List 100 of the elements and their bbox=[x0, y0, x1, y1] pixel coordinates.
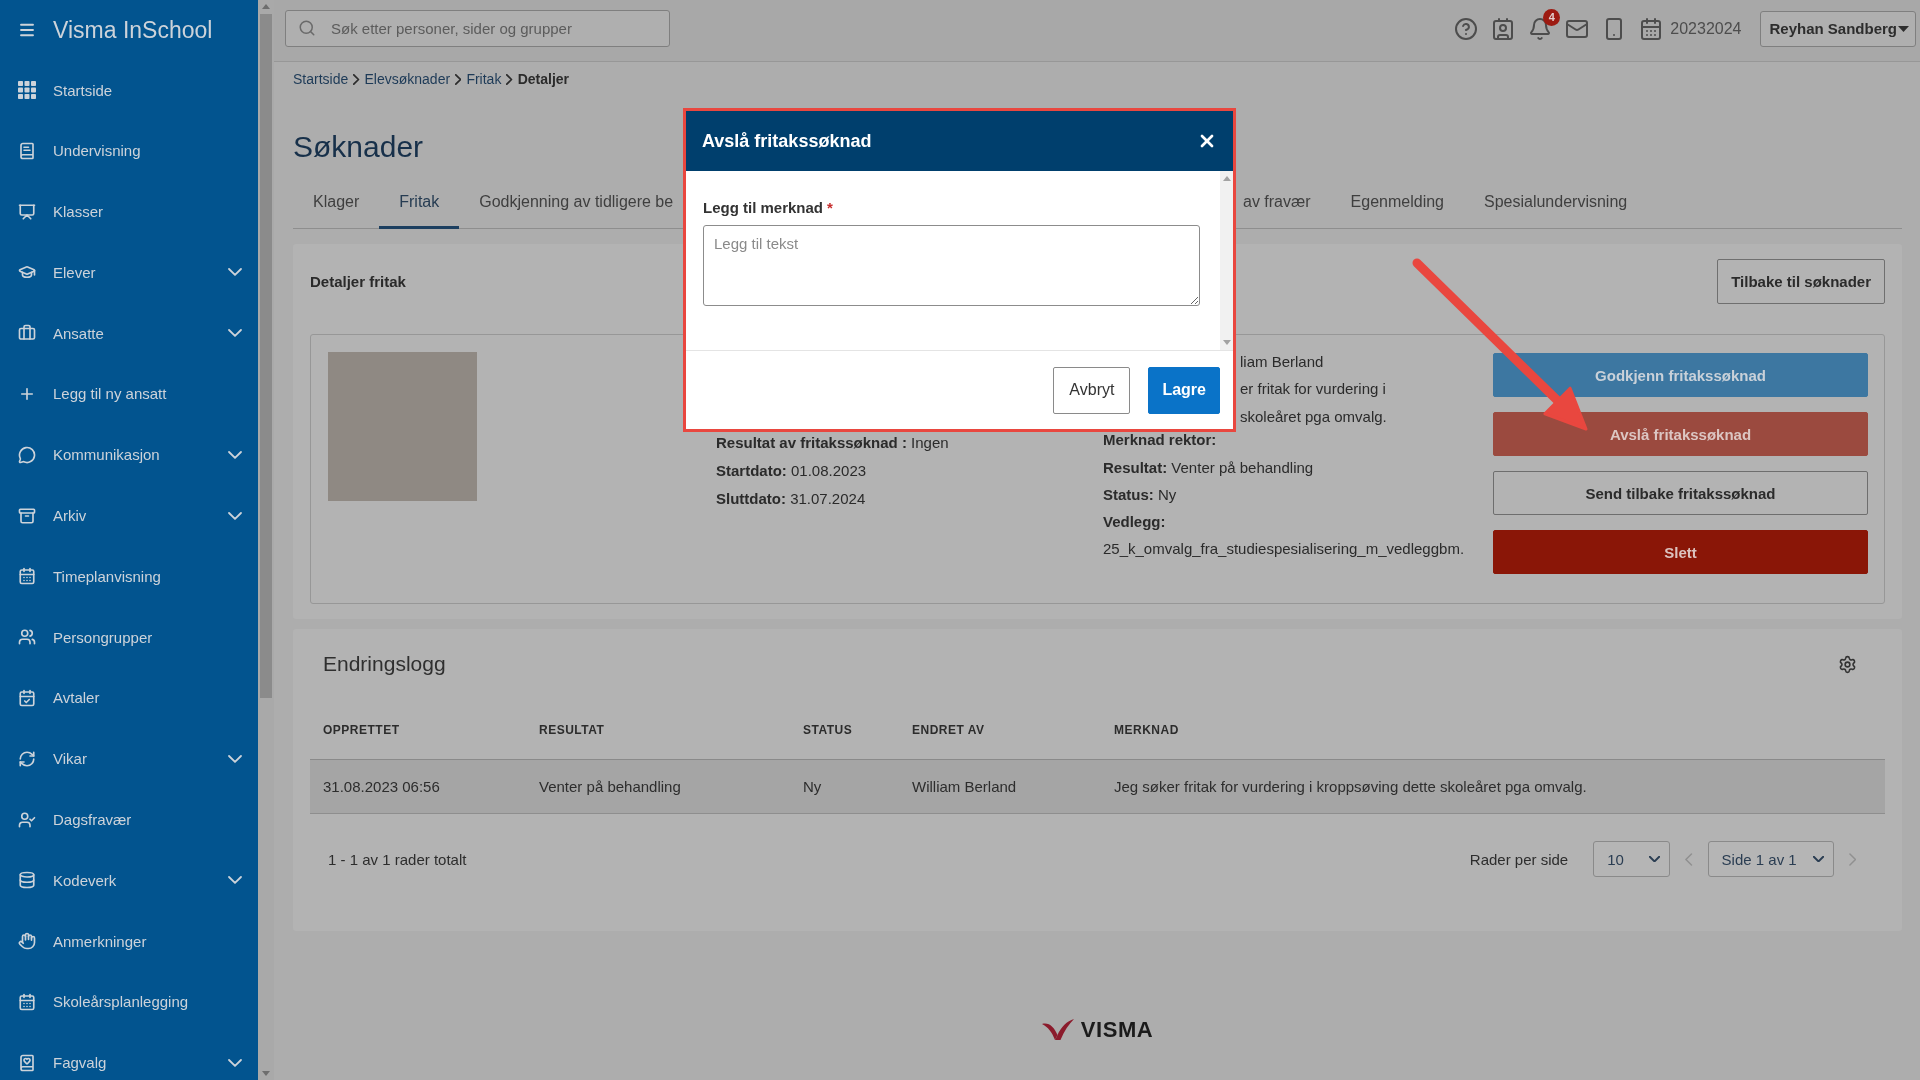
sidebar-item[interactable]: Timeplanvisning bbox=[0, 560, 258, 593]
tab[interactable]: Spesialundervisning bbox=[1464, 181, 1648, 229]
table-cell-text: Jeg søker fritak for vurdering i kroppsøving dette skoleåret pga omvalg. bbox=[1113, 778, 1588, 795]
sidebar-item[interactable]: Persongrupper bbox=[0, 621, 258, 654]
tab[interactable]: Egenmelding bbox=[1330, 181, 1464, 229]
breadcrumb-current: Detaljer bbox=[517, 71, 569, 87]
book-heart-icon bbox=[18, 1053, 36, 1072]
page-select[interactable]: Side 1 av 1 bbox=[1707, 841, 1834, 877]
school-year: 20232024 bbox=[1670, 19, 1742, 38]
sidebar-item[interactable]: Arkiv bbox=[0, 499, 258, 532]
sidebar-item[interactable]: Avtaler bbox=[0, 681, 258, 714]
scroll-up-icon[interactable] bbox=[262, 4, 270, 9]
sidebar-item[interactable]: Startside bbox=[0, 74, 258, 106]
sidebar-item[interactable]: Vikar bbox=[0, 742, 258, 775]
column-header: MERKNAD bbox=[1113, 722, 1180, 739]
detail-text: liam Berland bbox=[1240, 353, 1324, 370]
grid-icon bbox=[18, 81, 36, 99]
detail-field: Resultat: Venter på behandling bbox=[1103, 458, 1314, 476]
sidebar-item[interactable]: Klasser bbox=[0, 195, 258, 228]
help-icon[interactable] bbox=[1454, 16, 1479, 41]
detail-field: Merknad rektor: bbox=[1103, 431, 1217, 449]
speech-bubble-icon bbox=[18, 445, 36, 464]
calendar-check-icon bbox=[18, 688, 36, 707]
contact-book-icon[interactable] bbox=[1491, 16, 1516, 41]
sidebar-item[interactable]: Fagvalg bbox=[0, 1046, 258, 1079]
column-header: STATUS bbox=[802, 722, 854, 739]
row-count-text: 1 - 1 av 1 rader totalt bbox=[328, 850, 467, 868]
calendar-icon[interactable] bbox=[1639, 16, 1664, 41]
action-button[interactable]: Slett bbox=[1493, 530, 1868, 574]
scroll-up-icon[interactable] bbox=[1222, 176, 1231, 181]
hand-icon bbox=[18, 932, 36, 951]
table-cell-text: Venter på behandling bbox=[538, 778, 682, 795]
sidebar-item[interactable]: Legg til ny ansatt bbox=[0, 378, 258, 410]
chevron-right-icon bbox=[506, 73, 513, 85]
menu-icon[interactable] bbox=[18, 21, 36, 39]
detail-field: Status: Ny bbox=[1103, 485, 1177, 503]
sidebar-item[interactable]: Ansatte bbox=[0, 317, 258, 350]
search-field[interactable]: Søk etter personer, sider og grupper bbox=[285, 10, 670, 47]
chevron-down-icon bbox=[1649, 855, 1661, 863]
caret-down-icon bbox=[1898, 25, 1909, 32]
chevron-right-icon bbox=[353, 73, 360, 85]
detail-field: Vedlegg: bbox=[1103, 513, 1166, 531]
table-cell-text: 31.08.2023 06:56 bbox=[322, 778, 441, 795]
tab[interactable]: Fritak bbox=[379, 181, 460, 229]
field-label: Legg til merknad * bbox=[703, 198, 833, 218]
app-title: Visma InSchool bbox=[53, 16, 213, 44]
calendar-icon bbox=[18, 992, 36, 1011]
rows-per-page-select[interactable]: 10 bbox=[1593, 841, 1671, 877]
table-cell-text: Ny bbox=[802, 778, 823, 795]
scroll-down-icon[interactable] bbox=[262, 1071, 270, 1076]
notification-badge: 4 bbox=[1543, 8, 1561, 26]
column-header: RESULTAT bbox=[538, 722, 606, 739]
page-title: Søknader bbox=[293, 129, 424, 165]
sidebar-item[interactable]: Kommunikasjon bbox=[0, 438, 258, 471]
people-icon bbox=[18, 628, 36, 647]
section-heading: Detaljer fritak bbox=[310, 273, 406, 290]
detail-text: er fritak for vurdering i bbox=[1240, 380, 1386, 398]
detail-field: Sluttdato: 31.07.2024 bbox=[716, 490, 866, 507]
save-button[interactable]: Lagre bbox=[1148, 366, 1220, 414]
user-menu-button[interactable]: Reyhan Sandberg bbox=[1760, 10, 1916, 47]
comment-field[interactable]: Legg til tekst bbox=[703, 225, 1200, 306]
rows-per-page-label: Rader per side bbox=[1469, 850, 1569, 868]
sidebar-item[interactable]: Anmerkninger bbox=[0, 925, 258, 958]
sidebar-item[interactable]: Elever bbox=[0, 256, 258, 289]
action-button[interactable]: Godkjenn fritakssøknad bbox=[1493, 353, 1868, 397]
logo-swoosh-icon bbox=[1041, 1018, 1074, 1041]
settings-icon[interactable] bbox=[1838, 654, 1857, 674]
briefcase-icon bbox=[18, 324, 36, 343]
tab[interactable]: av fravær bbox=[1243, 181, 1331, 229]
logo-wordmark: VISMA bbox=[1080, 1016, 1154, 1043]
section-title: Endringslogg bbox=[323, 652, 446, 676]
breadcrumb-link[interactable]: Fritak bbox=[466, 71, 502, 87]
column-header: ENDRET AV bbox=[911, 722, 986, 739]
sidebar-item[interactable]: Dagsfravær bbox=[0, 803, 258, 836]
calendar-icon bbox=[18, 567, 36, 586]
user-check-icon bbox=[18, 810, 36, 829]
breadcrumb-link[interactable]: Startside bbox=[293, 71, 349, 87]
scrollbar-thumb[interactable] bbox=[260, 14, 272, 698]
sidebar-item[interactable]: Skoleårsplanlegging bbox=[0, 985, 258, 1018]
detail-field: Startdato: 01.08.2023 bbox=[716, 462, 867, 479]
search-icon bbox=[298, 19, 316, 37]
sidebar-item[interactable]: Kodeverk bbox=[0, 864, 258, 897]
chevron-down-icon bbox=[1812, 855, 1824, 863]
back-button[interactable]: Tilbake til søknader bbox=[1717, 259, 1885, 304]
tab[interactable]: Godkjenning av tidligere be bbox=[459, 181, 674, 229]
plus-icon bbox=[18, 385, 36, 403]
refresh-icon bbox=[18, 749, 36, 768]
action-button[interactable]: Avslå fritakssøknad bbox=[1493, 412, 1868, 456]
scroll-down-icon[interactable] bbox=[1222, 340, 1231, 345]
detail-text: skoleåret pga omvalg. bbox=[1240, 407, 1387, 425]
tab[interactable]: Klager bbox=[293, 181, 380, 229]
cancel-button[interactable]: Avbryt bbox=[1053, 366, 1131, 414]
attachment-name: 25_k_omvalg_fra_studiespesialisering_m_vedleggbm. bbox=[1103, 540, 1465, 558]
dialog-title: Avslå fritakssøknad bbox=[702, 130, 872, 152]
database-icon bbox=[18, 871, 36, 890]
action-button[interactable]: Send tilbake fritakssøknad bbox=[1493, 471, 1868, 515]
breadcrumb-link[interactable]: Elevsøknader bbox=[364, 71, 451, 87]
detail-field: Resultat av fritakssøknad : Ingen bbox=[716, 434, 949, 451]
sidebar-item[interactable]: Undervisning bbox=[0, 134, 258, 167]
chevron-right-icon bbox=[455, 73, 462, 85]
